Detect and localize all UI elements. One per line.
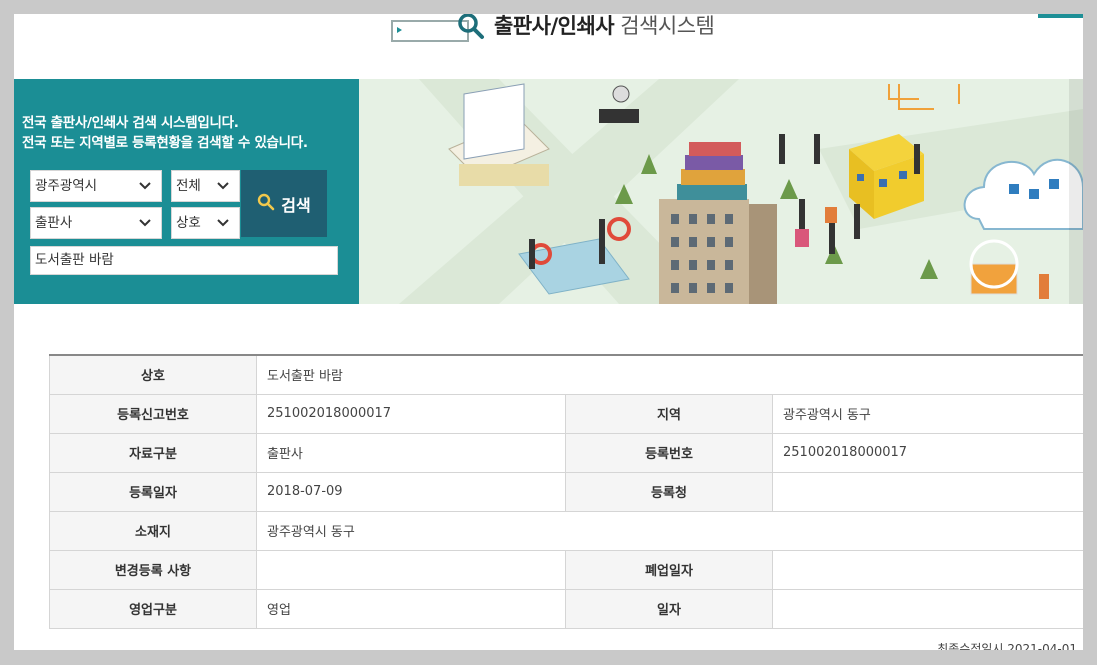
reg-no-label: 등록번호	[565, 432, 773, 473]
address-label: 소재지	[49, 510, 257, 551]
banner-illustration	[359, 79, 1083, 304]
banner-line-1: 전국 출판사/인쇄사 검색 시스템입니다.	[22, 115, 239, 131]
banner-description: 전국 출판사/인쇄사 검색 시스템입니다. 전국 또는 지역별로 등록현황을 검…	[22, 113, 308, 153]
region-select-value: 광주광역시	[35, 178, 98, 194]
business-label: 영업구분	[49, 588, 257, 629]
category-value: 출판사	[256, 432, 566, 473]
field-select-value: 상호	[176, 215, 201, 231]
report-no-label: 등록신고번호	[49, 393, 257, 434]
closed-value	[771, 549, 1083, 590]
search-button-label: 검색	[281, 195, 311, 215]
page: 출판사/인쇄사 검색시스템 전국 출판사/인쇄사 검색 시스템입니다. 전국 또…	[14, 14, 1083, 650]
publisher-info-table: 상호 도서출판 바람 등록신고번호 251002018000017 지역 광주광…	[49, 354, 1083, 629]
type-select-value: 출판사	[35, 215, 73, 231]
reg-no-value: 251002018000017	[771, 432, 1083, 473]
district-select[interactable]: 전체	[171, 170, 240, 202]
table-row: 상호 도서출판 바람	[49, 354, 1083, 395]
date-label: 일자	[565, 588, 773, 629]
keyword-input[interactable]: 도서출판 바람	[30, 246, 338, 275]
search-button[interactable]: 검색	[241, 170, 327, 237]
table-row: 등록일자 2018-07-09 등록청	[49, 471, 1083, 512]
chevron-down-icon	[217, 171, 229, 212]
name-value: 도서출판 바람	[255, 354, 1083, 395]
date-value	[771, 588, 1083, 629]
business-value: 영업	[256, 588, 566, 629]
address-value: 광주광역시 동구	[255, 510, 1083, 551]
type-select[interactable]: 출판사	[30, 207, 162, 239]
agency-value	[771, 471, 1083, 512]
reg-date-value: 2018-07-09	[256, 471, 566, 512]
site-title: 출판사/인쇄사 검색시스템	[494, 14, 715, 38]
region-select[interactable]: 광주광역시	[30, 170, 162, 202]
region-label: 지역	[565, 393, 773, 434]
table-row: 등록신고번호 251002018000017 지역 광주광역시 동구	[49, 393, 1083, 434]
agency-label: 등록청	[565, 471, 773, 512]
report-no-value: 251002018000017	[256, 393, 566, 434]
field-select[interactable]: 상호	[171, 207, 240, 239]
region-value: 광주광역시 동구	[771, 393, 1083, 434]
table-row: 소재지 광주광역시 동구	[49, 510, 1083, 551]
search-panel: 전국 출판사/인쇄사 검색 시스템입니다. 전국 또는 지역별로 등록현황을 검…	[14, 79, 359, 304]
chevron-down-icon	[217, 208, 229, 249]
site-title-bold: 출판사/인쇄사	[494, 14, 615, 38]
banner-edge-shade	[1069, 79, 1083, 304]
change-label: 변경등록 사항	[49, 549, 257, 590]
reg-date-label: 등록일자	[49, 471, 257, 512]
table-row: 자료구분 출판사 등록번호 251002018000017	[49, 432, 1083, 473]
table-row: 변경등록 사항 폐업일자	[49, 549, 1083, 590]
last-modified: 최종수정일시 2021-04-01	[937, 642, 1077, 650]
site-title-light: 검색시스템	[620, 14, 715, 38]
chevron-down-icon	[139, 171, 151, 212]
name-label: 상호	[49, 354, 257, 395]
chevron-down-icon	[139, 208, 151, 249]
banner-line-2: 전국 또는 지역별로 등록현황을 검색할 수 있습니다.	[22, 135, 308, 151]
keyword-input-value: 도서출판 바람	[35, 252, 114, 268]
search-banner: 전국 출판사/인쇄사 검색 시스템입니다. 전국 또는 지역별로 등록현황을 검…	[14, 79, 1083, 304]
district-select-value: 전체	[176, 178, 201, 194]
search-icon	[257, 193, 275, 215]
header: 출판사/인쇄사 검색시스템	[14, 14, 1083, 79]
change-value	[256, 549, 566, 590]
table-row: 영업구분 영업 일자	[49, 588, 1083, 629]
category-label: 자료구분	[49, 432, 257, 473]
closed-label: 폐업일자	[565, 549, 773, 590]
search-logo-icon	[454, 14, 488, 48]
